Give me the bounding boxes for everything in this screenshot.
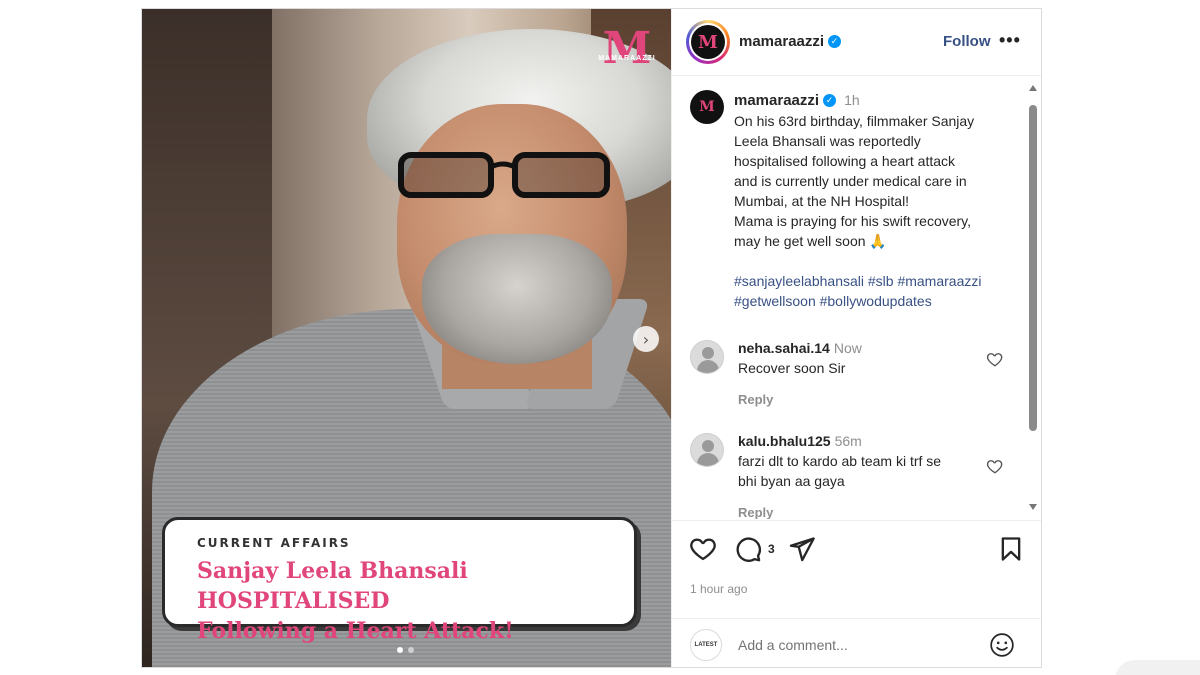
- scroll-down-arrow-icon[interactable]: [1029, 504, 1037, 510]
- like-comment-heart-icon[interactable]: [986, 457, 1004, 475]
- carousel-indicator: [397, 647, 414, 653]
- avatar-logo: M: [691, 25, 725, 59]
- caption-time: 1h: [844, 92, 860, 108]
- comment-body: neha.sahai.14 Now Recover soon Sir: [738, 338, 978, 378]
- brand-logo-text: MAMARAAZZI: [598, 55, 656, 62]
- carousel-dot: [397, 647, 403, 653]
- page-corner-overlay: [1115, 660, 1200, 675]
- reply-button[interactable]: Reply: [738, 505, 773, 519]
- like-comment-heart-icon[interactable]: [986, 350, 1004, 368]
- scroll-up-arrow-icon[interactable]: [1029, 85, 1037, 91]
- verified-badge-icon: ✓: [828, 34, 842, 48]
- post-image[interactable]: M MAMARAAZZI › CURRENT AFFAIRS Sanjay Le…: [142, 9, 671, 667]
- post-actions: 3 1 hour ago: [672, 520, 1041, 618]
- caption-kicker: CURRENT AFFAIRS: [197, 536, 351, 550]
- bookmark-save-icon[interactable]: [997, 535, 1025, 563]
- post-author-name: mamaraazzi: [739, 33, 825, 50]
- like-heart-icon[interactable]: [689, 535, 717, 563]
- comment-count: 3: [768, 542, 775, 556]
- comment-time: Now: [833, 340, 862, 356]
- scrollbar-thumb[interactable]: [1029, 105, 1037, 431]
- add-comment-bar: LATEST: [672, 618, 1041, 667]
- caption-headline-line-2: Following a Heart Attack!: [197, 618, 514, 644]
- caption-text: On his 63rd birthday, filmmaker Sanjay L…: [734, 113, 975, 249]
- default-avatar-icon[interactable]: [690, 340, 724, 374]
- follow-button[interactable]: Follow: [943, 33, 991, 50]
- carousel-next-button[interactable]: ›: [633, 326, 659, 352]
- instagram-post: M MAMARAAZZI › CURRENT AFFAIRS Sanjay Le…: [141, 8, 1042, 668]
- person-beard: [422, 234, 612, 364]
- story-avatar[interactable]: M: [686, 20, 730, 64]
- default-avatar-icon[interactable]: [690, 433, 724, 467]
- chevron-right-icon: ›: [642, 329, 650, 349]
- caption-headline-line-1: Sanjay Leela Bhansali HOSPITALISED: [197, 558, 468, 614]
- verified-badge-icon: ✓: [823, 93, 837, 107]
- brand-logo-mark: M: [602, 23, 652, 74]
- comment-username[interactable]: neha.sahai.14: [738, 340, 830, 356]
- glasses-icon: [398, 152, 610, 198]
- more-options-icon[interactable]: •••: [999, 30, 1021, 51]
- scrollbar[interactable]: [1028, 85, 1038, 510]
- current-user-avatar[interactable]: LATEST: [690, 629, 722, 661]
- caption-hashtags[interactable]: #sanjayleelabhansali #slb #mamaraazzi #g…: [734, 271, 1024, 311]
- comments-section[interactable]: M mamaraazzi ✓ 1h On his 63rd birthday, fi…: [672, 77, 1041, 519]
- comment-body: kalu.bhalu125 56m farzi dlt to kardo ab t…: [738, 431, 978, 491]
- share-send-icon[interactable]: [788, 535, 816, 563]
- post-author[interactable]: mamaraazzi ✓: [739, 33, 842, 50]
- caption-headline: Sanjay Leela Bhansali HOSPITALISED Follo…: [197, 556, 614, 646]
- carousel-dot: [408, 647, 414, 653]
- reply-button[interactable]: Reply: [738, 392, 773, 407]
- post-header: M mamaraazzi ✓ Follow •••: [672, 9, 1041, 76]
- post-timestamp: 1 hour ago: [690, 582, 748, 596]
- comment-bubble-icon[interactable]: [734, 535, 762, 563]
- comment-username[interactable]: kalu.bhalu125: [738, 433, 831, 449]
- comment-text: farzi dlt to kardo ab team ki trf se bhi…: [738, 453, 942, 489]
- caption-avatar[interactable]: M: [690, 90, 724, 124]
- brand-logo: M MAMARAAZZI: [597, 27, 657, 75]
- post-side-panel: M mamaraazzi ✓ Follow ••• M mamaraazzi ✓ 1h…: [671, 9, 1041, 667]
- caption-body: mamaraazzi ✓ 1h On his 63rd birthday, film…: [734, 90, 1024, 311]
- comment-text: Recover soon Sir: [738, 360, 846, 376]
- caption-username[interactable]: mamaraazzi: [734, 92, 819, 109]
- comment-time: 56m: [834, 433, 862, 449]
- image-caption-card: CURRENT AFFAIRS Sanjay Leela Bhansali HO…: [162, 517, 637, 644]
- comment-input[interactable]: [738, 632, 968, 658]
- emoji-smiley-icon[interactable]: [989, 632, 1015, 658]
